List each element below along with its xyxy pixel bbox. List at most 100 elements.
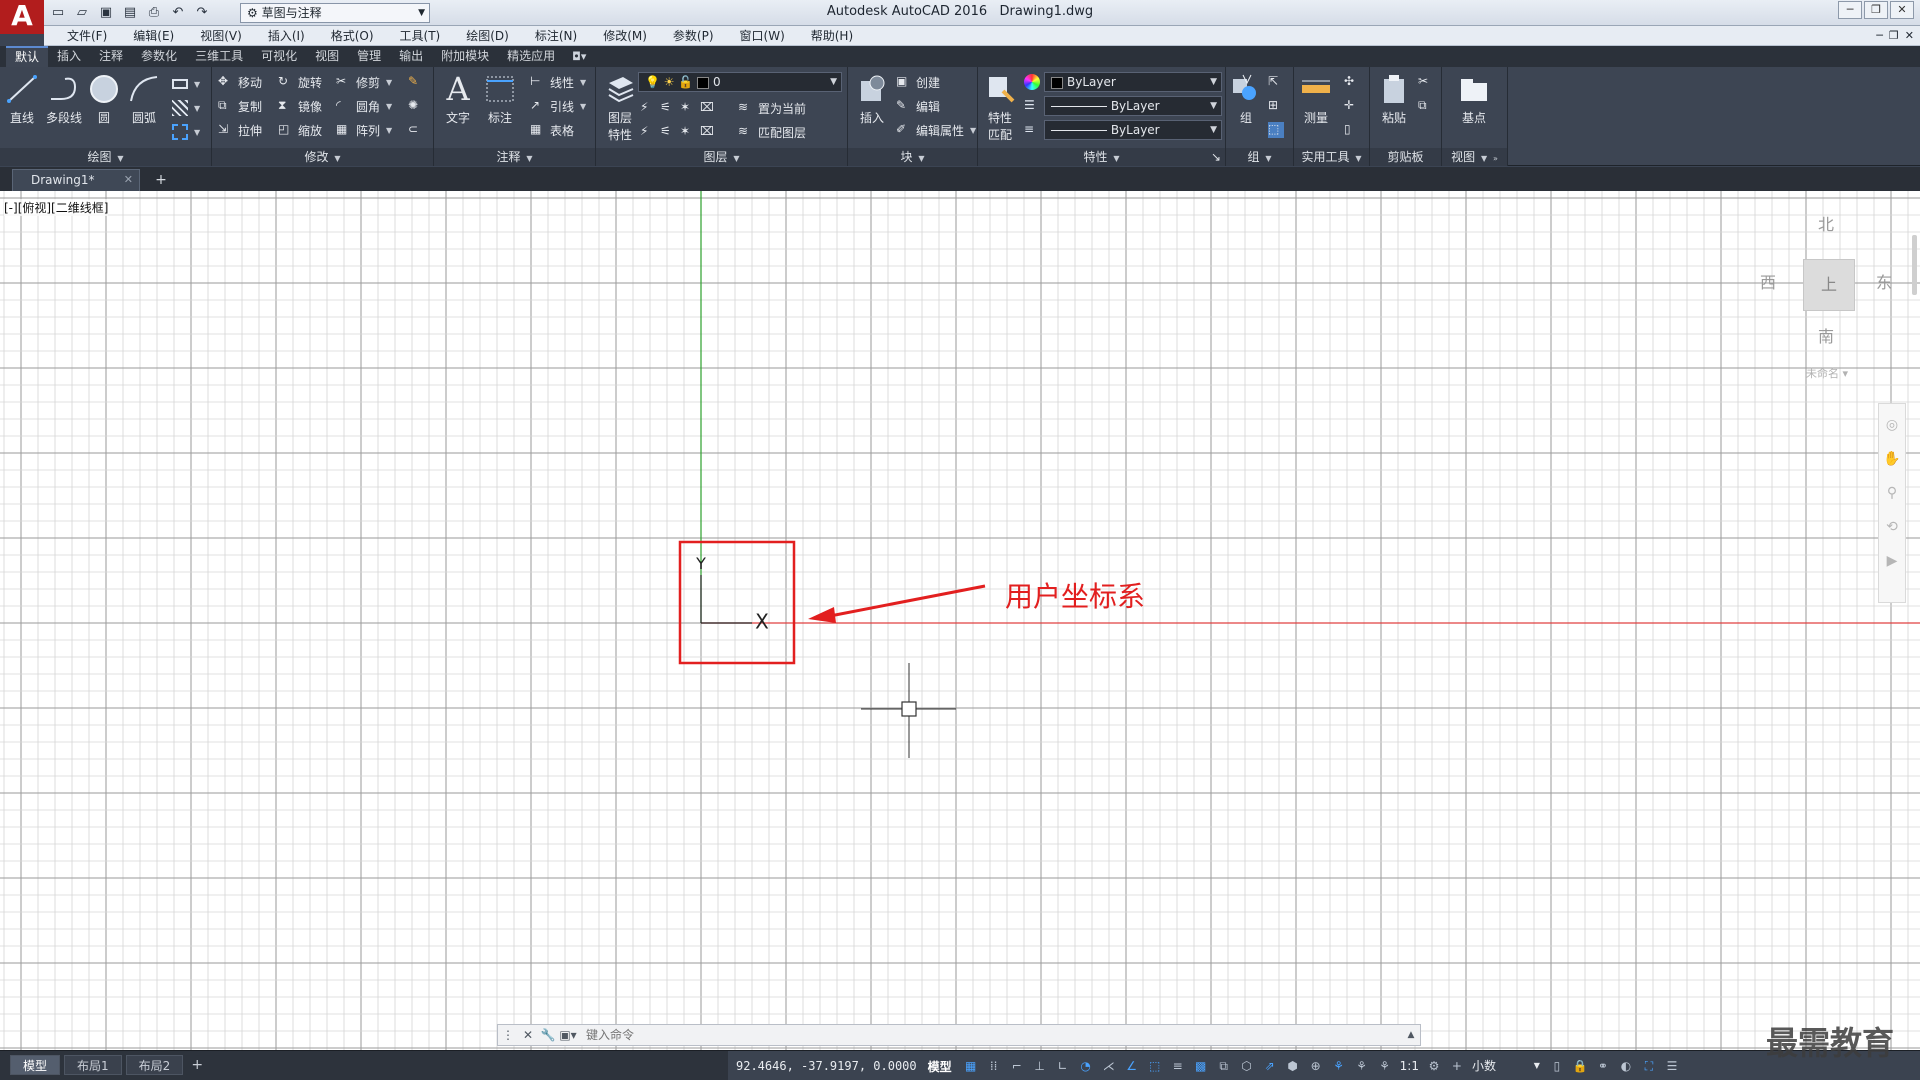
tab-default[interactable]: 默认 bbox=[6, 46, 49, 67]
leader-button[interactable]: ↗ 引线 ▼ bbox=[530, 95, 586, 117]
panel-draw-title[interactable]: 绘图 ▼ bbox=[0, 148, 211, 166]
group-button[interactable]: 组 bbox=[1226, 71, 1266, 126]
selection-filter-icon[interactable]: ⬢ bbox=[1285, 1058, 1301, 1074]
annotation-monitor-icon[interactable]: + bbox=[1449, 1058, 1465, 1074]
new-tab-button[interactable]: + bbox=[150, 171, 172, 189]
viewcube-north[interactable]: 北 bbox=[1818, 211, 1834, 235]
autocad-logo-button[interactable]: A bbox=[0, 0, 44, 34]
isodraft-icon[interactable]: ⋌ bbox=[1101, 1058, 1117, 1074]
close-command-line-icon[interactable]: ✕ bbox=[518, 1025, 538, 1045]
create-block-button[interactable]: ▣ 创建 bbox=[896, 71, 940, 93]
doc-minimize-icon[interactable]: ─ bbox=[1876, 26, 1883, 46]
cut-button[interactable]: ✂ bbox=[1418, 71, 1434, 93]
ungroup-button[interactable]: ⇱ bbox=[1268, 71, 1284, 93]
explode-button[interactable]: ✺ bbox=[408, 95, 424, 117]
tab-layout1[interactable]: 布局1 bbox=[64, 1055, 122, 1075]
tab-layout2[interactable]: 布局2 bbox=[125, 1055, 184, 1075]
dimension-button[interactable]: 标注 bbox=[480, 71, 520, 126]
layer-tool-1[interactable]: ⚡ ⚟ ✶ ⌧ bbox=[640, 97, 716, 119]
lock-ui-icon[interactable]: 🔒 bbox=[1572, 1058, 1588, 1074]
viewcube-south[interactable]: 南 bbox=[1818, 323, 1834, 347]
linetype-select[interactable]: ByLayer ▼ bbox=[1044, 96, 1222, 116]
layer-properties-button[interactable]: 图层 特性 bbox=[600, 71, 640, 143]
scale-button[interactable]: ◰ 缩放 bbox=[278, 119, 322, 141]
menu-format[interactable]: 格式(O) bbox=[318, 26, 387, 46]
move-button[interactable]: ✥ 移动 bbox=[218, 71, 262, 93]
boundary-button[interactable]: ▼ bbox=[172, 121, 200, 143]
doc-restore-icon[interactable]: ❐ bbox=[1889, 26, 1899, 46]
vertical-scrollbar-thumb[interactable] bbox=[1912, 235, 1917, 295]
panel-clipboard-title[interactable]: 剪贴板 bbox=[1370, 148, 1441, 166]
menu-insert[interactable]: 插入(I) bbox=[255, 26, 318, 46]
tab-output[interactable]: 输出 bbox=[390, 46, 432, 67]
panel-groups-title[interactable]: 组 ▼ bbox=[1226, 148, 1293, 166]
tab-insert[interactable]: 插入 bbox=[48, 46, 90, 67]
save-icon[interactable]: ▣ bbox=[96, 3, 116, 23]
ortho-icon[interactable]: ∟ bbox=[1055, 1058, 1071, 1074]
menu-help[interactable]: 帮助(H) bbox=[798, 26, 866, 46]
polar-tracking-icon[interactable]: ◔ bbox=[1078, 1058, 1094, 1074]
viewcube-east[interactable]: 东 bbox=[1876, 269, 1892, 293]
viewport-controls-label[interactable]: [-][俯视][二维线框] bbox=[4, 199, 109, 216]
calculator-button[interactable]: ▯ bbox=[1344, 119, 1360, 141]
close-button[interactable]: ✕ bbox=[1890, 1, 1914, 19]
selection-cycling-icon[interactable]: ⧉ bbox=[1216, 1058, 1232, 1074]
layer-tool-2[interactable]: ⚡ ⚟ ✶ ⌧ bbox=[640, 121, 716, 143]
redo-icon[interactable]: ↷ bbox=[192, 3, 212, 23]
menu-view[interactable]: 视图(V) bbox=[187, 26, 255, 46]
stretch-button[interactable]: ⇲ 拉伸 bbox=[218, 119, 262, 141]
coordinates-readout[interactable]: 92.4646, -37.9197, 0.0000 bbox=[736, 1059, 917, 1073]
panel-properties-title[interactable]: 特性 ▼ ↘ bbox=[978, 148, 1225, 166]
pan-icon[interactable]: ✋ bbox=[1879, 446, 1905, 472]
array-button[interactable]: ▦ 阵列 ▼ bbox=[336, 119, 392, 141]
annotation-visibility-icon[interactable]: ⚘ bbox=[1331, 1058, 1347, 1074]
units-select[interactable]: 小数 ▼ bbox=[1472, 1056, 1542, 1076]
grid-display-icon[interactable]: ▦ bbox=[963, 1058, 979, 1074]
erase-button[interactable]: ✎ bbox=[408, 71, 424, 93]
rotate-button[interactable]: ↻ 旋转 bbox=[278, 71, 322, 93]
ribbon-minimize-icon[interactable]: ◘▾ bbox=[572, 50, 586, 63]
set-current-layer-button[interactable]: ≋ 置为当前 bbox=[738, 97, 806, 119]
copy-button[interactable]: ⧉ 复制 bbox=[218, 95, 262, 117]
menu-tools[interactable]: 工具(T) bbox=[387, 26, 454, 46]
tab-drawing1[interactable]: Drawing1* ✕ bbox=[12, 169, 140, 191]
dynamic-ucs-icon[interactable]: ⇗ bbox=[1262, 1058, 1278, 1074]
open-file-icon[interactable]: ▱ bbox=[72, 3, 92, 23]
tab-manage[interactable]: 管理 bbox=[348, 46, 390, 67]
command-history-toggle[interactable]: ▲ bbox=[1402, 1030, 1420, 1040]
tab-3d-tools[interactable]: 三维工具 bbox=[186, 46, 252, 67]
menu-window[interactable]: 窗口(W) bbox=[727, 26, 798, 46]
tab-annotate[interactable]: 注释 bbox=[90, 46, 132, 67]
measure-button[interactable]: 测量 bbox=[1296, 71, 1336, 126]
save-as-icon[interactable]: ▤ bbox=[120, 3, 140, 23]
circle-button[interactable]: 圆 bbox=[84, 71, 124, 126]
3d-osnap-icon[interactable]: ⬡ bbox=[1239, 1058, 1255, 1074]
zoom-icon[interactable]: ⚲ bbox=[1879, 480, 1905, 506]
menu-dimension[interactable]: 标注(N) bbox=[522, 26, 590, 46]
point-button[interactable]: ✛ bbox=[1344, 95, 1360, 117]
viewcube[interactable]: 北 西 东 南 上 未命名 ▾ bbox=[1756, 211, 1896, 380]
wcs-menu[interactable]: 未命名 ▾ bbox=[1806, 365, 1848, 381]
add-layout-button[interactable]: + bbox=[187, 1055, 207, 1075]
workspace-switch-icon[interactable]: ⚙ bbox=[1426, 1058, 1442, 1074]
polyline-button[interactable]: 多段线 bbox=[44, 71, 84, 126]
lineweight-toggle-icon[interactable]: ≡ bbox=[1170, 1058, 1186, 1074]
hatch-button[interactable]: ▼ bbox=[172, 97, 200, 119]
match-layer-button[interactable]: ≋ 匹配图层 bbox=[738, 121, 806, 143]
tab-model[interactable]: 模型 bbox=[10, 1055, 61, 1075]
menu-modify[interactable]: 修改(M) bbox=[590, 26, 660, 46]
doc-close-icon[interactable]: ✕ bbox=[1905, 26, 1914, 46]
rectangle-button[interactable]: ▼ bbox=[172, 73, 200, 95]
annotation-scale-icon[interactable]: ⚘ bbox=[1377, 1058, 1393, 1074]
auto-scale-icon[interactable]: ⚘ bbox=[1354, 1058, 1370, 1074]
annotation-scale-value[interactable]: 1:1 bbox=[1400, 1059, 1419, 1073]
linear-dim-button[interactable]: ⊢ 线性 ▼ bbox=[530, 71, 586, 93]
panel-utilities-title[interactable]: 实用工具 ▼ bbox=[1294, 148, 1369, 166]
orbit-icon[interactable]: ⟲ bbox=[1879, 514, 1905, 540]
mirror-button[interactable]: ⧗ 镜像 bbox=[278, 95, 322, 117]
quick-properties-icon[interactable]: ▯ bbox=[1549, 1058, 1565, 1074]
match-properties-button[interactable]: 特性 匹配 bbox=[980, 71, 1020, 143]
showmotion-icon[interactable]: ▶ bbox=[1879, 548, 1905, 574]
edit-block-button[interactable]: ✎ 编辑 bbox=[896, 95, 940, 117]
transparency-icon[interactable]: ▩ bbox=[1193, 1058, 1209, 1074]
